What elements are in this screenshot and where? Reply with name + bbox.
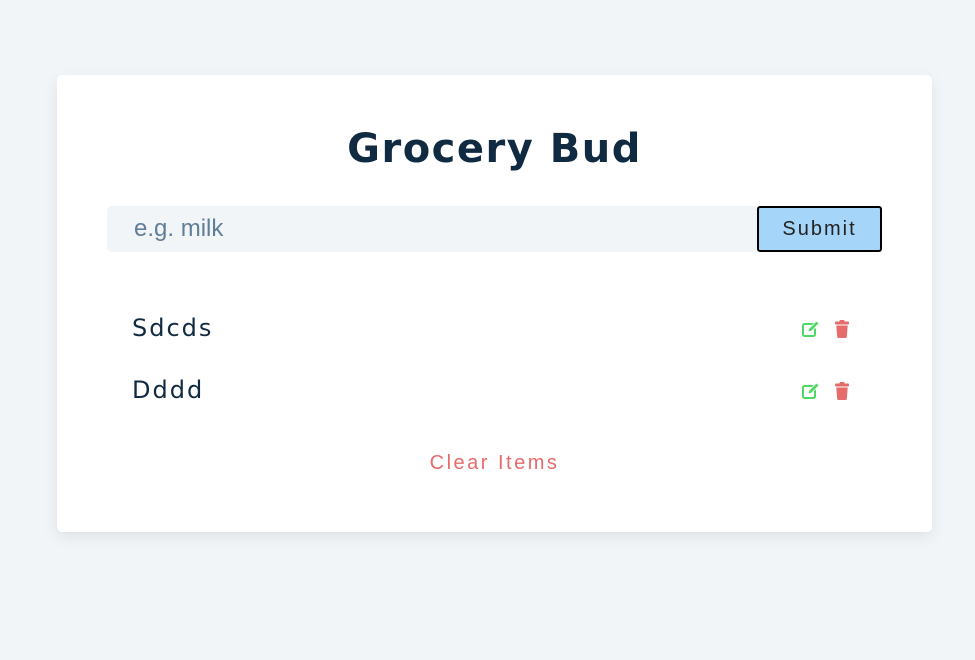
grocery-list: Sdcds Dddd <box>107 297 882 421</box>
grocery-item: Sdcds <box>107 297 882 359</box>
grocery-item: Dddd <box>107 359 882 421</box>
clear-container: Clear Items <box>57 449 932 477</box>
edit-icon <box>802 382 820 399</box>
grocery-item-title: Sdcds <box>132 314 214 342</box>
delete-button[interactable] <box>832 381 852 401</box>
submit-button[interactable]: Submit <box>757 206 882 252</box>
trash-icon <box>835 320 849 338</box>
grocery-card: Grocery Bud Submit Sdcds <box>57 75 932 532</box>
grocery-item-title: Dddd <box>132 376 205 404</box>
page-title: Grocery Bud <box>347 126 642 172</box>
edit-button[interactable] <box>801 381 821 401</box>
grocery-input[interactable] <box>107 206 757 252</box>
grocery-form: Submit <box>107 206 882 252</box>
clear-items-button[interactable]: Clear Items <box>430 449 560 477</box>
edit-icon <box>802 319 821 337</box>
edit-button[interactable] <box>801 319 821 339</box>
delete-button[interactable] <box>832 319 852 339</box>
trash-icon <box>835 382 849 400</box>
